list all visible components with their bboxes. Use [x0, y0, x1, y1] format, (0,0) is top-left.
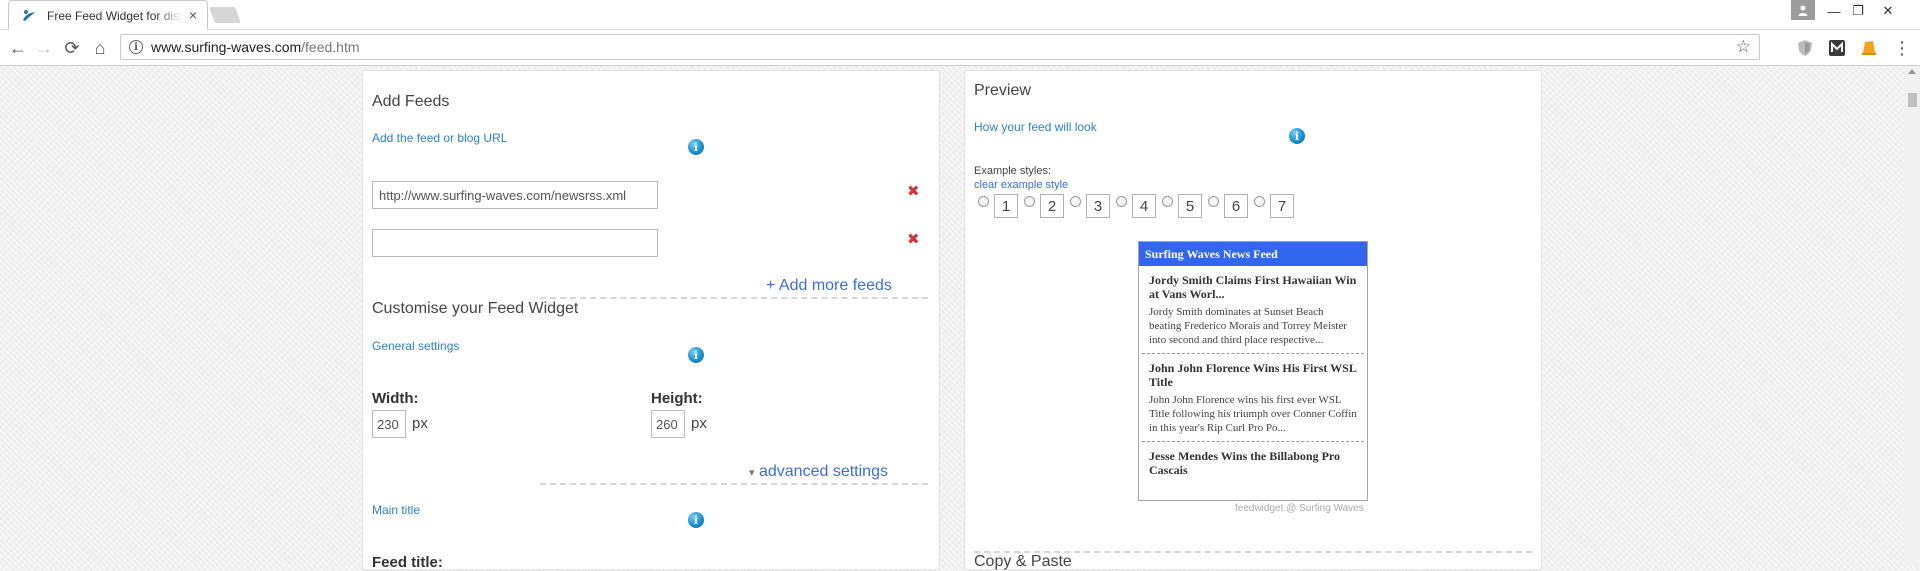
height-input[interactable]: 260 — [651, 410, 685, 438]
width-unit: px — [412, 415, 428, 432]
preview-sublabel: How your feed will look — [974, 120, 1097, 134]
shield-extension-icon[interactable] — [1796, 39, 1814, 57]
home-button[interactable]: ⌂ — [88, 36, 112, 60]
style-radio-2[interactable] — [1024, 196, 1035, 207]
style-radio-4[interactable] — [1116, 196, 1127, 207]
height-unit: px — [691, 415, 707, 432]
feed-widget-preview: Surfing Waves News Feed Jordy Smith Clai… — [1138, 241, 1368, 501]
style-option-1[interactable]: 1 — [994, 194, 1018, 218]
clear-example-style-link[interactable]: clear example style — [974, 179, 1068, 191]
feed-item-title[interactable]: John John Florence Wins His First WSL Ti… — [1149, 361, 1358, 389]
surfer-favicon-icon — [23, 9, 35, 21]
advanced-settings-link[interactable]: ▾ advanced settings — [745, 463, 892, 481]
tab-strip: Free Feed Widget for display × — ❐ ✕ — [0, 0, 1920, 30]
browser-toolbar: ← → ⟳ ⌂ i www.surfing-waves.com/feed.htm… — [0, 30, 1920, 66]
style-option-7[interactable]: 7 — [1270, 194, 1294, 218]
scroll-thumb[interactable] — [1908, 93, 1917, 107]
feed-item[interactable]: Jordy Smith Claims First Hawaiian Win at… — [1142, 266, 1364, 354]
url-path: /feed.htm — [301, 39, 360, 55]
style-radio-7[interactable] — [1254, 196, 1265, 207]
general-settings-label: General settings — [372, 339, 460, 353]
feed-title-label: Feed title: — [372, 554, 443, 571]
reload-button[interactable]: ⟳ — [60, 36, 84, 60]
feed-item-description: Jordy Smith dominates at Sunset Beach be… — [1149, 306, 1347, 346]
example-styles-label: Example styles: — [974, 165, 1052, 177]
person-icon — [1798, 5, 1808, 16]
style-option-3[interactable]: 3 — [1086, 194, 1110, 218]
feed-item-title[interactable]: Jesse Mendes Wins the Billabong Pro Casc… — [1149, 449, 1358, 477]
preview-heading: Preview — [974, 82, 1031, 99]
address-bar[interactable]: i www.surfing-waves.com/feed.htm ☆ — [120, 34, 1760, 60]
user-profile-icon[interactable] — [1791, 0, 1815, 20]
feed-url-input-2[interactable] — [372, 229, 658, 257]
bell-extension-icon[interactable] — [1860, 39, 1878, 57]
height-label: Height: — [651, 390, 703, 407]
info-icon[interactable]: i — [1289, 128, 1305, 144]
browser-menu-icon[interactable]: ⋮ — [1890, 36, 1914, 60]
remove-feed-icon[interactable]: ✖ — [907, 182, 920, 200]
scroll-up-arrow-icon[interactable] — [1908, 69, 1916, 74]
tab-close-icon[interactable]: × — [189, 7, 197, 23]
style-option-6[interactable]: 6 — [1224, 194, 1248, 218]
add-feeds-heading: Add Feeds — [372, 93, 450, 110]
site-info-icon[interactable]: i — [129, 40, 143, 54]
tab-title: Free Feed Widget for display — [47, 8, 183, 23]
width-label: Width: — [372, 390, 419, 407]
copy-paste-heading: Copy & Paste — [974, 553, 1072, 570]
minimize-button[interactable]: — — [1824, 0, 1844, 22]
style-option-2[interactable]: 2 — [1040, 194, 1064, 218]
width-input[interactable]: 230 — [372, 410, 406, 438]
widget-credit: feedwidget @ Surfing Waves — [1235, 503, 1364, 514]
feed-item[interactable]: John John Florence Wins His First WSL Ti… — [1142, 354, 1364, 442]
add-more-feeds-link[interactable]: + Add more feeds — [762, 277, 896, 295]
style-radio-3[interactable] — [1070, 196, 1081, 207]
remove-feed-icon[interactable]: ✖ — [907, 230, 920, 248]
feed-item-description: John John Florence wins his first ever W… — [1149, 394, 1357, 434]
style-option-4[interactable]: 4 — [1132, 194, 1156, 218]
style-radio-1[interactable] — [978, 196, 989, 207]
info-icon[interactable]: i — [688, 347, 704, 363]
url-host: www.surfing-waves.com — [151, 39, 302, 55]
restore-button[interactable]: ❐ — [1848, 0, 1868, 22]
feed-url-input-1[interactable]: http://www.surfing-waves.com/newsrss.xml — [372, 181, 658, 209]
style-radio-5[interactable] — [1162, 196, 1173, 207]
browser-tab[interactable]: Free Feed Widget for display × — [8, 0, 208, 30]
feed-item[interactable]: Jesse Mendes Wins the Billabong Pro Casc… — [1142, 442, 1364, 483]
widget-title: Surfing Waves News Feed — [1139, 242, 1367, 266]
page-scrollbar[interactable] — [1904, 66, 1920, 566]
settings-panel — [362, 70, 940, 570]
divider — [540, 297, 928, 299]
style-radio-6[interactable] — [1208, 196, 1219, 207]
m-extension-icon[interactable] — [1828, 39, 1846, 57]
bookmark-star-icon[interactable]: ☆ — [1736, 37, 1751, 57]
style-option-5[interactable]: 5 — [1178, 194, 1202, 218]
divider — [540, 483, 928, 485]
back-button[interactable]: ← — [6, 36, 30, 60]
feed-item-title[interactable]: Jordy Smith Claims First Hawaiian Win at… — [1149, 273, 1358, 301]
new-tab-button[interactable] — [209, 7, 241, 23]
info-icon[interactable]: i — [688, 512, 704, 528]
close-window-button[interactable]: ✕ — [1876, 0, 1900, 22]
add-feed-url-label: Add the feed or blog URL — [372, 131, 508, 145]
customise-heading: Customise your Feed Widget — [372, 300, 579, 317]
chevron-down-icon: ▾ — [749, 467, 755, 479]
advanced-settings-label: advanced settings — [758, 463, 888, 480]
main-title-label: Main title — [372, 503, 421, 517]
forward-button[interactable]: → — [32, 36, 56, 60]
info-icon[interactable]: i — [688, 139, 704, 155]
